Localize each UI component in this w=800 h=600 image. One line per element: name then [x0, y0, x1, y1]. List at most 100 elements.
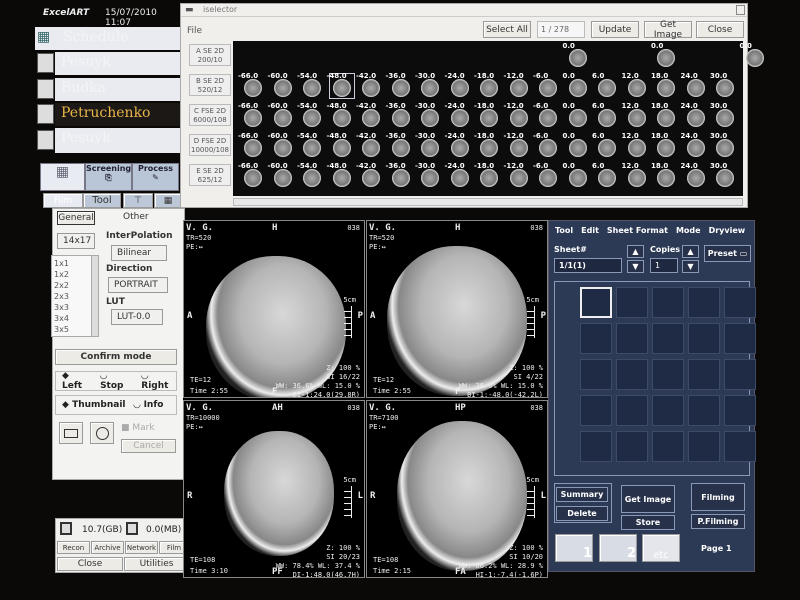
image-counter-field[interactable]: 1 / 278	[537, 21, 585, 38]
radio-right[interactable]: ◡ Right	[141, 371, 176, 391]
p-filming-button[interactable]: P.Filming	[691, 514, 745, 529]
radio-info[interactable]: ◡ Info	[134, 400, 164, 410]
close-button[interactable]: Close	[696, 21, 744, 38]
thumbnail[interactable]: -18.0	[477, 104, 501, 128]
sheet-up-button[interactable]: ▲	[627, 245, 644, 258]
thumbnail[interactable]: -60.0	[271, 104, 295, 128]
thumbnail[interactable]: -18.0	[477, 134, 501, 158]
thumbnail[interactable]: 18.0	[654, 164, 678, 188]
film-cell[interactable]	[688, 359, 720, 390]
radio-thumbnail[interactable]: ◆ Thumbnail	[62, 400, 126, 410]
thumbnail[interactable]: 6.0	[595, 134, 619, 158]
film-cell[interactable]	[616, 395, 648, 426]
thumbnail[interactable]: 0.0	[743, 44, 767, 68]
layout-1-button[interactable]: 1	[555, 534, 593, 562]
image-viewport[interactable]: V. G.TR=520PE:↔H038AP5cmZ: 100 %SI 4/22T…	[366, 220, 548, 398]
select-all-button[interactable]: Select All	[483, 21, 531, 38]
thumbnail[interactable]: -60.0	[271, 134, 295, 158]
patient-item[interactable]: Pesuyk	[55, 52, 182, 75]
radio-left[interactable]: ◆ Left	[62, 371, 90, 391]
sheet-down-button[interactable]: ▼	[627, 260, 644, 273]
thumbnail[interactable]: 12.0	[625, 74, 649, 98]
thumbnail[interactable]: 0.0	[566, 134, 590, 158]
update-button[interactable]: Update	[591, 21, 639, 38]
thumbnail[interactable]: -24.0	[448, 164, 472, 188]
tab-screening[interactable]: Screening⎘	[85, 163, 132, 191]
series-button[interactable]: A SE 2D200/10	[189, 44, 231, 66]
tab-tool[interactable]: Tool	[83, 193, 121, 208]
thumbnail[interactable]: 24.0	[684, 134, 708, 158]
thumbnail[interactable]: 24.0	[684, 74, 708, 98]
thumbnail[interactable]: -6.0	[536, 104, 560, 128]
patient-item-selected[interactable]: Petruchenko	[55, 103, 182, 126]
thumbnail[interactable]: -12.0	[507, 74, 531, 98]
thumbnail[interactable]: -48.0	[330, 164, 354, 188]
film-cell[interactable]	[724, 359, 756, 390]
mark-checkbox[interactable]: ■ Mark	[121, 423, 155, 433]
thumbnail[interactable]: -36.0	[389, 104, 413, 128]
film-cell[interactable]	[652, 323, 684, 354]
film-cell[interactable]	[688, 287, 720, 318]
thumbnail[interactable]: 30.0	[713, 104, 737, 128]
thumbnail[interactable]: -12.0	[507, 104, 531, 128]
film-cell[interactable]	[724, 395, 756, 426]
thumbnail[interactable]: -48.0	[330, 134, 354, 158]
thumbnail[interactable]: 18.0	[654, 74, 678, 98]
film-cell[interactable]	[688, 395, 720, 426]
film-cell[interactable]	[580, 323, 612, 354]
sheet-field[interactable]: 1/1(1)	[554, 258, 622, 273]
thumbnail[interactable]: 30.0	[713, 74, 737, 98]
thumbnail[interactable]: -42.0	[359, 164, 383, 188]
image-viewport[interactable]: V. G.TR=7100PE:↔HP038RL5cmZ: 100 %SI 10/…	[366, 400, 548, 578]
horizontal-scrollbar[interactable]	[233, 198, 743, 206]
preset-button[interactable]: Preset ▭	[704, 245, 751, 262]
menu-item[interactable]: Sheet Format	[607, 226, 668, 235]
film-cell[interactable]	[616, 323, 648, 354]
thumbnail[interactable]: -66.0	[241, 104, 265, 128]
thumbnail[interactable]: 0.0	[566, 164, 590, 188]
thumbnail[interactable]: -36.0	[389, 74, 413, 98]
get-image-button[interactable]: Get Image	[644, 21, 692, 38]
tab-film[interactable]: Film	[43, 193, 83, 208]
tab-other[interactable]: Other	[123, 212, 149, 222]
thumbnail[interactable]: -54.0	[300, 134, 324, 158]
thumbnail[interactable]: -66.0	[241, 74, 265, 98]
menu-item[interactable]: Edit	[581, 226, 599, 235]
thumbnail[interactable]: -42.0	[359, 104, 383, 128]
image-viewport[interactable]: V. G.TR=520PE:↔H038AP5cmZ: 100 %SI 16/22…	[183, 220, 365, 398]
thumbnail[interactable]: -54.0	[300, 74, 324, 98]
thumbnail[interactable]: 0.0	[566, 74, 590, 98]
layout-list[interactable]: 1x11x22x22x33x33x43x5	[51, 255, 99, 337]
film-cell[interactable]	[688, 431, 720, 462]
store-button[interactable]: Store	[621, 515, 675, 530]
summary-button[interactable]: Summary	[556, 487, 608, 502]
thumbnail[interactable]: -48.0	[330, 104, 354, 128]
circle-tool-button[interactable]	[90, 422, 114, 444]
layout-tab-icon[interactable]: ▦	[154, 193, 182, 208]
thumbnail[interactable]: 12.0	[625, 104, 649, 128]
patient-item[interactable]: Pesuyk	[55, 128, 182, 153]
thumbnail[interactable]: -66.0	[241, 134, 265, 158]
film-cell[interactable]	[580, 395, 612, 426]
film-size-select[interactable]: 14x17	[57, 233, 95, 249]
thumbnail[interactable]: -60.0	[271, 74, 295, 98]
thumbnail[interactable]: 0.0	[654, 44, 678, 68]
film-cell[interactable]	[616, 431, 648, 462]
thumbnail[interactable]: -12.0	[507, 134, 531, 158]
layout-2-button[interactable]: 2	[599, 534, 637, 562]
film-cell[interactable]	[652, 359, 684, 390]
thumbnail[interactable]: -30.0	[418, 134, 442, 158]
window-menu-icon[interactable]: ▬	[185, 5, 194, 15]
interpolation-select[interactable]: Bilinear	[111, 245, 167, 261]
film-cell[interactable]	[724, 431, 756, 462]
film-cell[interactable]	[580, 431, 612, 462]
series-button[interactable]: C FSE 2D6000/108	[189, 104, 231, 126]
confirm-mode-checkbox[interactable]: Confirm mode	[55, 349, 177, 365]
film-cell[interactable]	[616, 287, 648, 318]
thumbnail[interactable]: -30.0	[418, 74, 442, 98]
thumbnail[interactable]: 0.0	[566, 44, 590, 68]
thumbnail[interactable]: -66.0	[241, 164, 265, 188]
thumbnail[interactable]: -6.0	[536, 74, 560, 98]
cancel-button[interactable]: Cancel	[121, 439, 176, 453]
film-cell[interactable]	[580, 287, 612, 318]
